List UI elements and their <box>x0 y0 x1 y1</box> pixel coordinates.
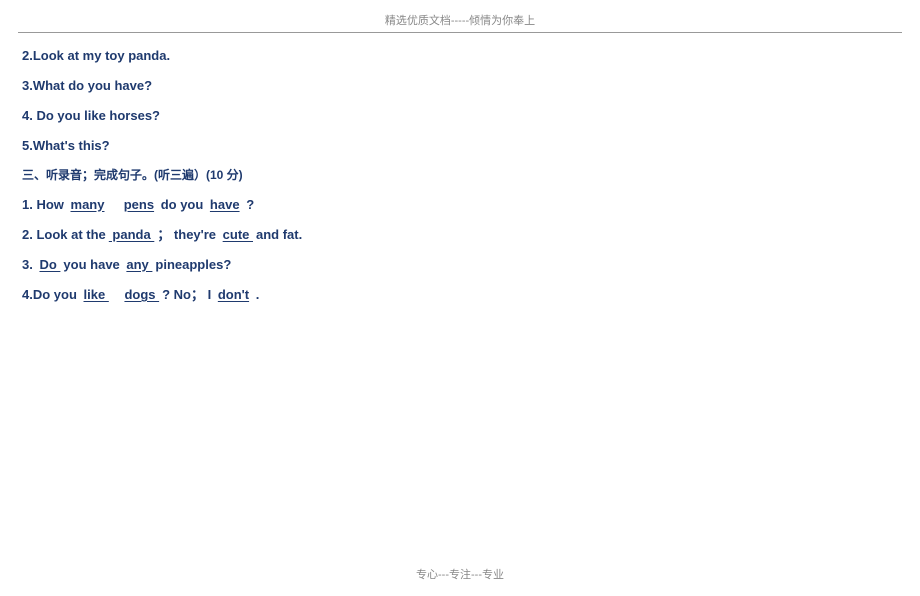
question-2: 2. Look at the panda ； they're cute and … <box>22 224 920 246</box>
q4-blank-3: don't <box>215 287 252 302</box>
q4-end: . <box>256 287 260 302</box>
q1-end: ? <box>246 197 254 212</box>
sentence-3: 3.What do you have? <box>22 75 920 97</box>
q3-mid1: you have <box>63 257 123 272</box>
document-body: 2.Look at my toy panda. 3.What do you ha… <box>0 45 920 306</box>
section-3-title: 三、听录音；完成句子。(听三遍）(10 分) <box>22 165 920 185</box>
page-header: 精选优质文档-----倾情为你奉上 <box>0 0 920 32</box>
q2-mid1: ； they're <box>157 227 219 242</box>
q2-blank-2: cute <box>220 227 256 242</box>
q3-prefix: 3. <box>22 257 36 272</box>
sentence-2: 2.Look at my toy panda. <box>22 45 920 67</box>
sentence-5: 5.What's this? <box>22 135 920 157</box>
q1-blank-3: have <box>207 197 243 212</box>
question-4: 4.Do you like dogs ? No； I don't . <box>22 284 920 306</box>
q1-prefix: 1. How <box>22 197 68 212</box>
q1-blank-1: many <box>68 197 108 212</box>
q4-mid: ? No； I <box>162 287 215 302</box>
q2-blank-1: panda <box>106 227 158 242</box>
q3-end: pineapples? <box>155 257 231 272</box>
header-divider <box>18 32 902 33</box>
q4-prefix: 4.Do you <box>22 287 81 302</box>
q2-prefix: 2. Look at the <box>22 227 106 242</box>
question-3: 3. Do you have any pineapples? <box>22 254 920 276</box>
q3-blank-1: Do <box>36 257 63 272</box>
q3-blank-2: any <box>123 257 155 272</box>
q2-end: and fat. <box>256 227 302 242</box>
q4-blank-2: dogs <box>121 287 162 302</box>
q1-mid: do you <box>161 197 207 212</box>
q1-blank-2: pens <box>121 197 157 212</box>
page-footer: 专心---专注---专业 <box>0 566 920 582</box>
sentence-4: 4. Do you like horses? <box>22 105 920 127</box>
q4-blank-1: like <box>81 287 112 302</box>
question-1: 1. How many pens do you have ? <box>22 194 920 216</box>
